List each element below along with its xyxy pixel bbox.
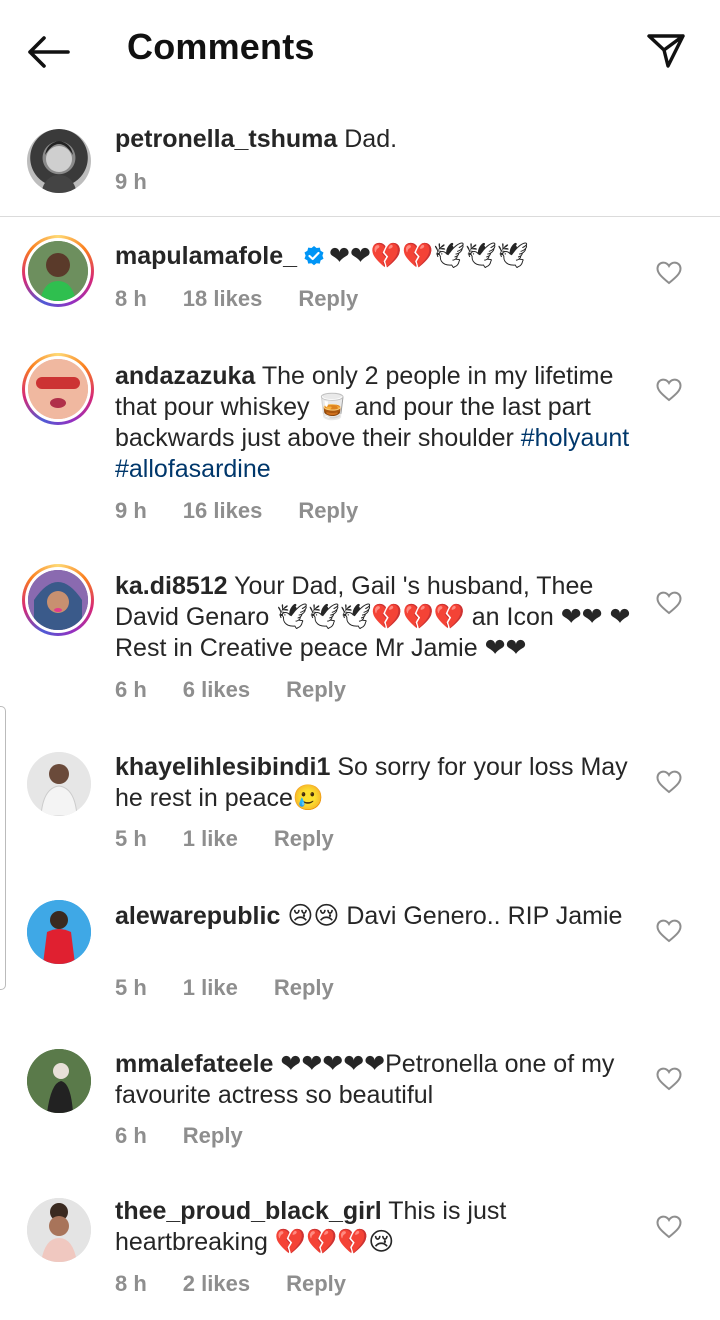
post-caption: petronella_tshuma Dad. 9 h [0,100,720,217]
timestamp: 9 h [115,498,147,523]
comment-body: khayelihlesibindi1 So sorry for your los… [115,752,635,814]
reply-button[interactable]: Reply [183,1123,243,1149]
username[interactable]: mmalefateele [115,1050,273,1078]
likes-count[interactable]: 6 likes [183,677,250,703]
avatar[interactable] [22,235,94,307]
person-photo-icon [27,1198,91,1262]
likes-count[interactable]: 2 likes [183,1271,250,1297]
reply-button[interactable]: Reply [286,677,346,703]
username[interactable]: thee_proud_black_girl [115,1197,382,1225]
verified-badge-icon [304,246,324,266]
timestamp: 5 h [115,975,147,1000]
comment-meta: 9 h 16 likes Reply [115,498,394,524]
reply-button[interactable]: Reply [274,826,334,852]
person-photo-icon [27,900,91,964]
send-icon [647,34,685,68]
comment-meta: 5 h 1 like Reply [115,975,370,1001]
reply-button[interactable]: Reply [298,286,358,312]
comment-text: Dad. [344,125,398,153]
timestamp: 8 h [115,1271,147,1296]
reply-button[interactable]: Reply [298,498,358,524]
reply-button[interactable]: Reply [274,975,334,1001]
timestamp: 6 h [115,677,147,702]
likes-count[interactable]: 1 like [183,826,238,852]
avatar[interactable] [22,353,94,425]
avatar[interactable] [27,752,91,816]
comment-meta: 9 h [115,169,183,195]
comment-meta: 8 h 18 likes Reply [115,286,394,312]
avatar[interactable] [27,129,91,193]
comment-text: 😢😢 Davi Genero.. RIP Jamie [287,902,623,930]
comment-body: thee_proud_black_girl This is just heart… [115,1196,635,1258]
person-photo-icon [27,1049,91,1113]
username[interactable]: mapulamafole_ [115,242,297,270]
page-title: Comments [127,26,315,67]
top-bar: Comments [0,0,720,100]
likes-count[interactable]: 18 likes [183,286,263,312]
comment-body: alewarepublic 😢😢 Davi Genero.. RIP Jamie [115,901,635,932]
comment-meta: 6 h Reply [115,1123,279,1149]
comment-text: ❤❤💔💔🕊🕊🕊 [329,241,529,270]
avatar[interactable] [27,900,91,964]
person-photo-icon [28,359,88,419]
avatar[interactable] [27,1198,91,1262]
username[interactable]: andazazuka [115,362,255,390]
share-button[interactable] [642,26,690,74]
comment-meta: 6 h 6 likes Reply [115,677,382,703]
heart-icon[interactable] [656,919,682,943]
comment-meta: 8 h 2 likes Reply [115,1271,382,1297]
comment-body: mmalefateele ❤❤❤❤❤Petronella one of my f… [115,1049,635,1111]
avatar[interactable] [27,1049,91,1113]
back-button[interactable] [24,28,72,76]
person-photo-icon [41,141,77,193]
username[interactable]: ka.di8512 [115,572,228,600]
heart-icon[interactable] [656,261,682,285]
username[interactable]: khayelihlesibindi1 [115,753,330,781]
timestamp: 5 h [115,826,147,851]
heart-icon[interactable] [656,378,682,402]
person-photo-icon [27,752,91,816]
arrow-left-icon [28,36,70,68]
side-edge-handle[interactable] [0,706,6,990]
username[interactable]: alewarepublic [115,902,280,930]
comment-body: andazazuka The only 2 people in my lifet… [115,361,635,485]
comment-body: ka.di8512 Your Dad, Gail 's husband, The… [115,571,635,664]
heart-icon[interactable] [656,1215,682,1239]
heart-icon[interactable] [656,1067,682,1091]
person-photo-icon [28,570,88,630]
timestamp: 8 h [115,286,147,311]
heart-icon[interactable] [656,591,682,615]
avatar[interactable] [22,564,94,636]
username[interactable]: petronella_tshuma [115,125,337,153]
likes-count[interactable]: 1 like [183,975,238,1001]
caption-text: petronella_tshuma Dad. [115,124,635,155]
comment-meta: 5 h 1 like Reply [115,826,370,852]
comment-body: mapulamafole_ ❤❤💔💔🕊🕊🕊 [115,240,635,272]
timestamp: 9 h [115,169,147,194]
timestamp: 6 h [115,1123,147,1148]
reply-button[interactable]: Reply [286,1271,346,1297]
heart-icon[interactable] [656,770,682,794]
likes-count[interactable]: 16 likes [183,498,263,524]
person-photo-icon [28,241,88,301]
